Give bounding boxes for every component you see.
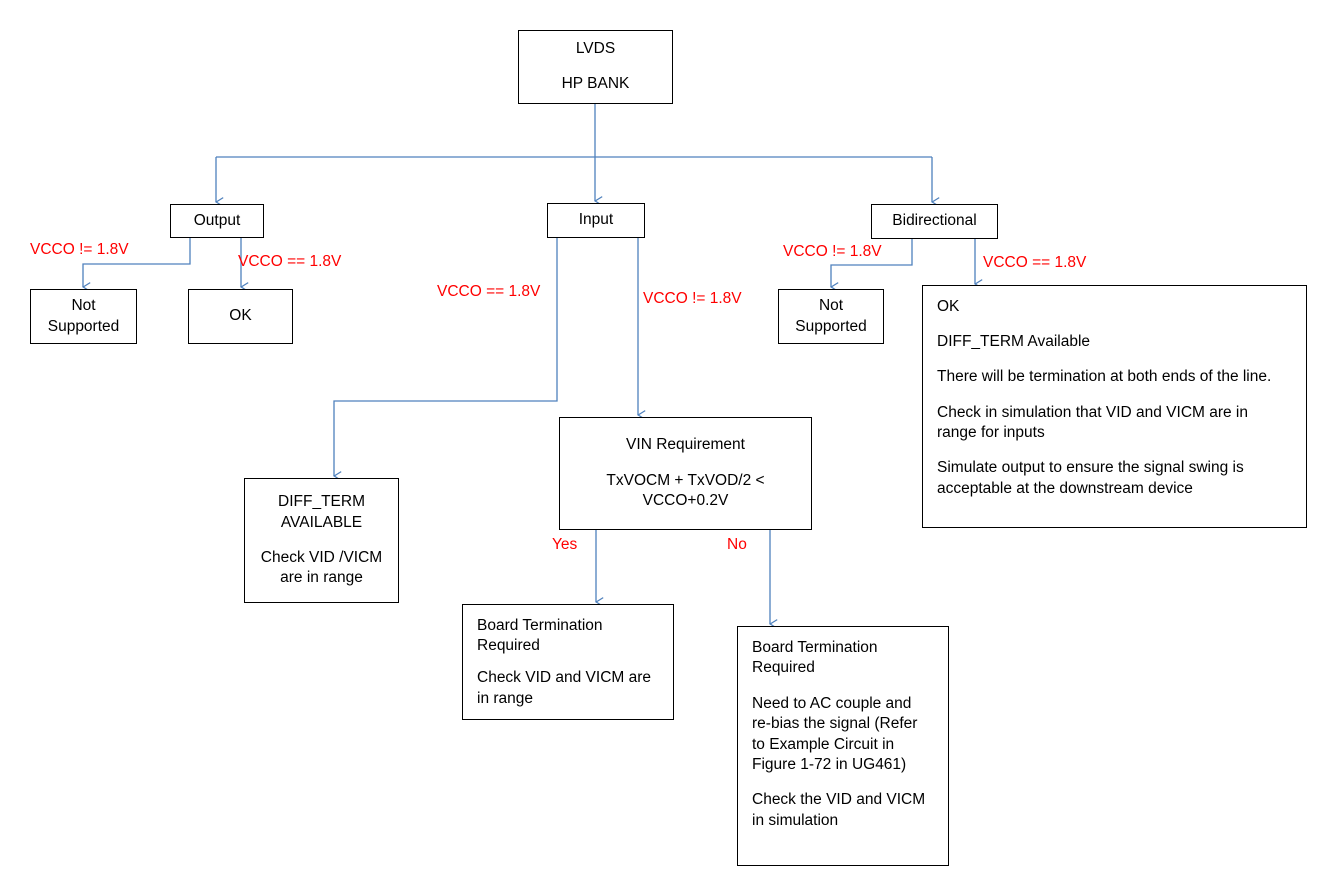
edge-label-bidirectional-equal: VCCO == 1.8V	[983, 254, 1087, 271]
edge-input-to-diff-term	[333, 238, 558, 481]
vin-requirement-line-2: TxVOCM + TxVOD/2 <	[606, 471, 765, 489]
bidir-ok-spacer-2	[937, 353, 1294, 368]
edge-label-output-not-equal: VCCO != 1.8V	[30, 241, 129, 258]
diff-term-line-4: are in range	[280, 569, 363, 587]
bidir-not-supported-line-1: Not	[818, 297, 844, 315]
board-term-yes-line-2: Required	[477, 637, 540, 655]
edge-label-vin-no: No	[727, 536, 747, 553]
bidir-ok-spacer-3	[937, 388, 1294, 403]
bidir-ok-line-2: DIFF_TERM Available	[937, 333, 1091, 351]
vin-requirement-line-1: VIN Requirement	[626, 436, 745, 454]
diff-term-line-3: Check VID /VICM	[260, 548, 383, 566]
output-ok-label: OK	[229, 307, 252, 325]
board-term-no-line-2: Required	[752, 659, 815, 677]
board-term-no-line-8: in simulation	[752, 811, 839, 829]
node-root-lvds-hp-bank[interactable]: LVDS HP BANK	[518, 30, 673, 104]
board-term-no-line-7: Check the VID and VICM	[752, 791, 926, 809]
board-term-yes-spacer	[477, 657, 661, 668]
bidir-ok-line-5a: Simulate output to ensure the signal swi…	[937, 459, 1244, 477]
diff-term-line-1: DIFF_TERM	[278, 493, 365, 511]
node-output-not-supported[interactable]: Not Supported	[30, 289, 137, 344]
node-bidirectional-label: Bidirectional	[892, 212, 977, 230]
node-input-label: Input	[578, 211, 614, 229]
bidir-ok-spacer-1	[937, 317, 1294, 332]
node-output-ok[interactable]: OK	[188, 289, 293, 344]
bidir-ok-line-4a: Check in simulation that VID and VICM ar…	[937, 403, 1248, 421]
board-term-no-spacer-2	[752, 775, 936, 790]
node-diff-term-available[interactable]: DIFF_TERM AVAILABLE Check VID /VICM are …	[244, 478, 399, 603]
board-term-no-line-1: Board Termination	[752, 639, 878, 656]
node-vin-requirement[interactable]: VIN Requirement TxVOCM + TxVOD/2 < VCCO+…	[559, 417, 812, 530]
edge-label-bidirectional-not-equal: VCCO != 1.8V	[783, 243, 882, 260]
node-bidirectional[interactable]: Bidirectional	[871, 204, 998, 239]
board-term-no-line-6: Figure 1-72 in UG461)	[752, 755, 907, 773]
bidir-ok-line-5b: acceptable at the downstream device	[937, 479, 1193, 497]
bidir-ok-spacer-4	[937, 443, 1294, 458]
node-board-termination-yes[interactable]: Board Termination Required Check VID and…	[462, 604, 674, 720]
node-board-termination-no[interactable]: Board Termination Required Need to AC co…	[737, 626, 949, 866]
board-term-no-line-4: re-bias the signal (Refer	[752, 715, 918, 733]
node-output-label: Output	[193, 211, 241, 229]
node-output[interactable]: Output	[170, 204, 264, 238]
root-line-1: LVDS	[575, 40, 616, 58]
bidir-ok-line-1: OK	[937, 298, 960, 315]
board-term-yes-line-3: Check VID and VICM are	[477, 669, 652, 687]
vin-requirement-line-3: VCCO+0.2V	[642, 492, 729, 510]
node-bidirectional-not-supported[interactable]: Not Supported	[778, 289, 884, 344]
output-not-supported-line-1: Not	[71, 297, 96, 315]
node-bidirectional-ok[interactable]: OK DIFF_TERM Available There will be ter…	[922, 285, 1307, 528]
flowchart-canvas: LVDS HP BANK Output Input Bidirectional …	[0, 0, 1338, 881]
edge-label-input-not-equal: VCCO != 1.8V	[643, 290, 742, 307]
board-term-yes-line-1: Board Termination	[477, 617, 603, 634]
board-term-no-line-3: Need to AC couple and	[752, 694, 912, 712]
bidir-ok-line-4b: range for inputs	[937, 423, 1045, 441]
diff-term-line-2: AVAILABLE	[280, 513, 363, 531]
edge-label-vin-yes: Yes	[552, 536, 578, 553]
board-term-no-line-5: to Example Circuit in	[752, 735, 895, 753]
bidir-not-supported-line-2: Supported	[795, 317, 867, 335]
output-not-supported-line-2: Supported	[47, 317, 120, 335]
board-term-yes-line-4: in range	[477, 689, 534, 707]
node-input[interactable]: Input	[547, 203, 645, 238]
bidir-ok-line-3: There will be termination at both ends o…	[937, 368, 1272, 386]
board-term-no-spacer-1	[752, 679, 936, 694]
edge-label-output-equal: VCCO == 1.8V	[238, 253, 342, 270]
root-line-2: HP BANK	[561, 75, 630, 93]
edge-label-input-equal: VCCO == 1.8V	[437, 283, 541, 300]
